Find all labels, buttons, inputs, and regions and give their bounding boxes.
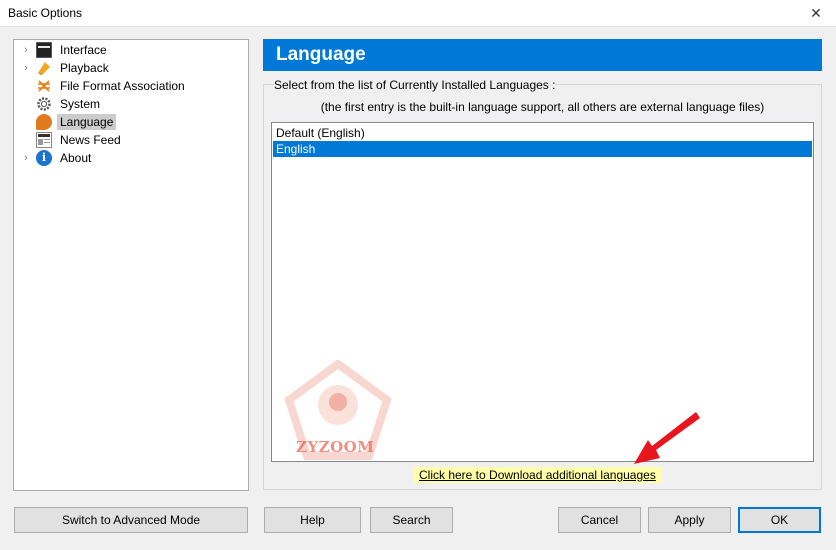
tree-item-label: Language (57, 114, 117, 130)
expand-arrow-icon[interactable]: › (18, 149, 34, 167)
news-icon (36, 132, 52, 148)
apply-button[interactable]: Apply (648, 507, 731, 533)
title-bar: Basic Options ✕ (0, 0, 836, 27)
playback-icon (36, 60, 52, 76)
group-subcaption: (the first entry is the built-in languag… (320, 100, 765, 114)
help-button[interactable]: Help (264, 507, 361, 533)
tree-item-file-format[interactable]: File Format Association (14, 77, 188, 95)
tree-item-label: News Feed (60, 133, 121, 147)
interface-icon (36, 42, 52, 58)
list-item[interactable]: Default (English) (273, 125, 812, 141)
close-icon[interactable]: ✕ (796, 0, 836, 27)
tree-item-label: About (60, 151, 92, 165)
switch-advanced-mode-button[interactable]: Switch to Advanced Mode (14, 507, 248, 533)
tree-item-label: System (60, 97, 101, 111)
red-arrow-annotation (634, 412, 700, 464)
ok-button[interactable]: OK (738, 507, 821, 533)
tree-item-interface[interactable]: › Interface (14, 41, 110, 59)
language-icon (36, 114, 52, 130)
tree-item-about[interactable]: › i About (14, 149, 94, 167)
tree-item-playback[interactable]: › Playback (14, 59, 112, 77)
tree-item-label: File Format Association (60, 79, 185, 93)
file-format-icon (36, 78, 52, 94)
cancel-button[interactable]: Cancel (558, 507, 641, 533)
list-item[interactable]: English (273, 141, 812, 157)
window-title: Basic Options (8, 6, 83, 20)
watermark-text: ZYZOOM (296, 438, 375, 456)
tree-item-system[interactable]: System (14, 95, 103, 113)
tree-item-language[interactable]: Language (14, 113, 117, 131)
options-tree[interactable]: › Interface › Playback File Format Assoc… (13, 39, 249, 491)
tree-item-news-feed[interactable]: News Feed (14, 131, 124, 149)
info-icon: i (36, 150, 52, 166)
download-languages-link[interactable]: Click here to Download additional langua… (413, 467, 662, 483)
tree-item-label: Playback (60, 61, 109, 75)
page-title: Language (263, 39, 822, 71)
expand-arrow-icon[interactable]: › (18, 59, 34, 77)
expand-arrow-icon[interactable]: › (18, 41, 34, 59)
search-button[interactable]: Search (370, 507, 453, 533)
system-gear-icon (36, 96, 52, 112)
group-caption: Select from the list of Currently Instal… (274, 78, 556, 92)
tree-item-label: Interface (60, 43, 107, 57)
